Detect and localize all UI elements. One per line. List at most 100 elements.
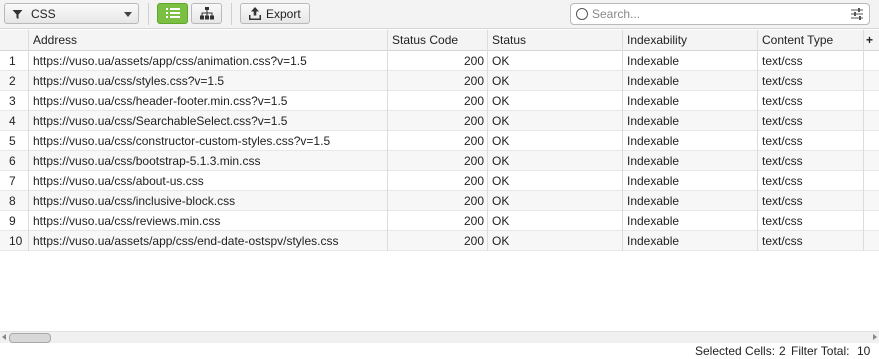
search-input[interactable] [592,6,842,22]
list-view-button[interactable] [157,3,188,24]
cell-address[interactable]: https://vuso.ua/css/reviews.min.css [29,211,388,231]
column-header-address[interactable]: Address [29,30,388,51]
cell-status[interactable]: OK [488,51,623,71]
cell-indexability[interactable]: Indexable [623,71,758,91]
row-filler-cell [864,131,875,151]
cell-content-type[interactable]: text/css [758,71,864,91]
cell-status-code[interactable]: 200 [388,191,488,211]
cell-indexability[interactable]: Indexable [623,91,758,111]
column-header-content-type[interactable]: Content Type [758,30,864,51]
row-number[interactable]: 7 [0,171,29,191]
export-button[interactable]: Export [240,3,310,24]
column-header-status-code[interactable]: Status Code [388,30,488,51]
cell-status[interactable]: OK [488,171,623,191]
row-filler-cell [864,231,875,251]
scrollbar-thumb[interactable] [9,333,51,343]
cell-status[interactable]: OK [488,151,623,171]
cell-status-code[interactable]: 200 [388,231,488,251]
table-row[interactable]: 7 https://vuso.ua/css/about-us.css 200 OK In… [0,171,879,191]
cell-indexability[interactable]: Indexable [623,111,758,131]
selected-cells-value: 2 [779,344,786,358]
search-options-icon[interactable] [851,8,863,20]
cell-address[interactable]: https://vuso.ua/css/about-us.css [29,171,388,191]
search-box[interactable] [570,3,870,25]
table-row[interactable]: 4 https://vuso.ua/css/SearchableSelect.cs… [0,111,879,131]
table-row[interactable]: 8 https://vuso.ua/css/inclusive-block.css… [0,191,879,211]
cell-status[interactable]: OK [488,91,623,111]
cell-indexability[interactable]: Indexable [623,231,758,251]
cell-indexability[interactable]: Indexable [623,211,758,231]
table-row[interactable]: 2 https://vuso.ua/css/styles.css?v=1.5 200… [0,71,879,91]
cell-status-code[interactable]: 200 [388,171,488,191]
cell-content-type[interactable]: text/css [758,171,864,191]
column-header-indexability[interactable]: Indexability [623,30,758,51]
row-number[interactable]: 2 [0,71,29,91]
cell-address[interactable]: https://vuso.ua/css/inclusive-block.css [29,191,388,211]
row-number[interactable]: 10 [0,231,29,251]
row-filler-cell [864,51,875,71]
cell-indexability[interactable]: Indexable [623,151,758,171]
cell-status-code[interactable]: 200 [388,111,488,131]
filter-icon [12,10,23,19]
cell-status-code[interactable]: 200 [388,71,488,91]
cell-content-type[interactable]: text/css [758,51,864,71]
cell-address[interactable]: https://vuso.ua/assets/app/css/end-date-… [29,231,388,251]
toolbar: CSS Export [0,0,879,29]
cell-address[interactable]: https://vuso.ua/css/styles.css?v=1.5 [29,71,388,91]
cell-status-code[interactable]: 200 [388,151,488,171]
row-number[interactable]: 1 [0,51,29,71]
cell-indexability[interactable]: Indexable [623,131,758,151]
table-row[interactable]: 3 https://vuso.ua/css/header-footer.min.c… [0,91,879,111]
cell-indexability[interactable]: Indexable [623,171,758,191]
row-number[interactable]: 9 [0,211,29,231]
tree-view-button[interactable] [191,3,222,24]
cell-status[interactable]: OK [488,111,623,131]
cell-content-type[interactable]: text/css [758,91,864,111]
tree-view-icon [200,7,214,20]
cell-status[interactable]: OK [488,211,623,231]
cell-status[interactable]: OK [488,231,623,251]
scroll-right-icon[interactable] [873,334,877,340]
row-number[interactable]: 8 [0,191,29,211]
filter-total-label: Filter Total: [791,344,850,358]
status-bar: Selected Cells: 2 Filter Total: 10 [0,343,879,359]
cell-status-code[interactable]: 200 [388,51,488,71]
cell-status-code[interactable]: 200 [388,131,488,151]
column-header-status[interactable]: Status [488,30,623,51]
row-number[interactable]: 4 [0,111,29,131]
cell-content-type[interactable]: text/css [758,151,864,171]
cell-content-type[interactable]: text/css [758,231,864,251]
cell-status[interactable]: OK [488,71,623,91]
cell-address[interactable]: https://vuso.ua/css/constructor-custom-s… [29,131,388,151]
horizontal-scrollbar[interactable] [0,331,879,343]
row-number[interactable]: 5 [0,131,29,151]
cell-content-type[interactable]: text/css [758,211,864,231]
filter-dropdown[interactable]: CSS [4,3,139,24]
row-number[interactable]: 6 [0,151,29,171]
cell-address[interactable]: https://vuso.ua/css/SearchableSelect.css… [29,111,388,131]
filter-dropdown-value: CSS [31,7,56,21]
cell-status-code[interactable]: 200 [388,91,488,111]
selected-cells-label: Selected Cells: [695,344,776,358]
scroll-left-icon[interactable] [2,334,6,340]
cell-status[interactable]: OK [488,131,623,151]
export-icon [249,7,261,20]
cell-content-type[interactable]: text/css [758,111,864,131]
table-row[interactable]: 10 https://vuso.ua/assets/app/css/end-dat… [0,231,879,251]
table-row[interactable]: 1 https://vuso.ua/assets/app/css/animatio… [0,51,879,71]
table-row[interactable]: 9 https://vuso.ua/css/reviews.min.css 200 O… [0,211,879,231]
row-number[interactable]: 3 [0,91,29,111]
table-row[interactable]: 6 https://vuso.ua/css/bootstrap-5.1.3.min… [0,151,879,171]
cell-status[interactable]: OK [488,191,623,211]
add-column-button[interactable]: + [864,30,875,51]
cell-indexability[interactable]: Indexable [623,191,758,211]
cell-content-type[interactable]: text/css [758,131,864,151]
cell-address[interactable]: https://vuso.ua/css/bootstrap-5.1.3.min.… [29,151,388,171]
table-header: Address Status Code Status Indexability … [0,30,879,51]
cell-address[interactable]: https://vuso.ua/assets/app/css/animation… [29,51,388,71]
cell-content-type[interactable]: text/css [758,191,864,211]
cell-status-code[interactable]: 200 [388,211,488,231]
table-row[interactable]: 5 https://vuso.ua/css/constructor-custom-… [0,131,879,151]
cell-address[interactable]: https://vuso.ua/css/header-footer.min.cs… [29,91,388,111]
cell-indexability[interactable]: Indexable [623,51,758,71]
